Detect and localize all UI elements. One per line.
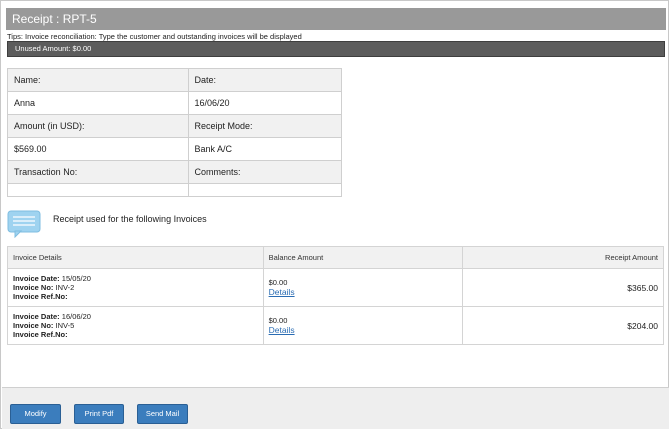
invoice-no-key: Invoice No: (13, 321, 54, 330)
invoice-no-value: INV-5 (55, 321, 75, 330)
invoice-date-value: 15/05/20 (61, 274, 91, 283)
tips-text: Tips: Invoice reconciliation: Type the c… (7, 32, 302, 41)
transaction-value (7, 183, 189, 197)
invoices-heading: Receipt used for the following Invoices (53, 214, 207, 224)
name-value: Anna (7, 91, 189, 115)
receipt-amount-cell: $204.00 (462, 306, 664, 345)
invoice-date-value: 16/06/20 (61, 312, 91, 321)
unused-amount-bar: Unused Amount: $0.00 (7, 41, 665, 57)
page-title: Receipt : RPT-5 (6, 8, 666, 30)
date-value: 16/06/20 (187, 91, 342, 115)
balance-amount-value: $0.00 (268, 316, 288, 325)
comments-value (187, 183, 342, 197)
invoice-details-cell: Invoice Date: 16/06/20 Invoice No: INV-5… (7, 306, 264, 345)
balance-amount-cell: $0.00 Details (262, 268, 464, 307)
comments-label: Comments: (187, 160, 342, 184)
transaction-label: Transaction No: (7, 160, 189, 184)
invoice-no-value: INV-2 (55, 283, 75, 292)
invoice-ref-key: Invoice Ref.No: (13, 330, 68, 339)
receipt-mode-value: Bank A/C (187, 137, 342, 161)
receipt-amount-cell: $365.00 (462, 268, 664, 307)
invoice-table-header: Invoice Details Balance Amount Receipt A… (7, 246, 664, 269)
table-row: Invoice Date: 16/06/20 Invoice No: INV-5… (7, 306, 664, 345)
invoice-date-key: Invoice Date: (13, 274, 60, 283)
amount-label: Amount (in USD): (7, 114, 189, 138)
action-bar: Modify Print Pdf Send Mail (2, 387, 669, 429)
invoice-no-key: Invoice No: (13, 283, 54, 292)
details-link[interactable]: Details (269, 325, 458, 335)
print-pdf-button[interactable]: Print Pdf (74, 404, 124, 424)
receipt-panel: Receipt : RPT-5 Tips: Invoice reconcilia… (0, 0, 669, 429)
invoice-date-key: Invoice Date: (13, 312, 60, 321)
name-label: Name: (7, 68, 189, 92)
balance-amount-cell: $0.00 Details (262, 306, 464, 345)
column-header-invoice-details: Invoice Details (7, 246, 264, 269)
speech-bubble-icon (7, 210, 41, 238)
column-header-receipt-amount: Receipt Amount (462, 246, 664, 269)
balance-amount-value: $0.00 (268, 278, 288, 287)
date-label: Date: (187, 68, 342, 92)
invoice-table: Invoice Details Balance Amount Receipt A… (7, 246, 664, 345)
send-mail-button[interactable]: Send Mail (137, 404, 188, 424)
modify-button[interactable]: Modify (10, 404, 61, 424)
receipt-mode-label: Receipt Mode: (187, 114, 342, 138)
invoice-details-cell: Invoice Date: 15/05/20 Invoice No: INV-2… (7, 268, 264, 307)
invoice-ref-key: Invoice Ref.No: (13, 292, 68, 301)
receipt-info-table: Name: Date: Anna 16/06/20 Amount (in USD… (7, 68, 342, 197)
details-link[interactable]: Details (269, 287, 458, 297)
table-row: Invoice Date: 15/05/20 Invoice No: INV-2… (7, 268, 664, 307)
column-header-balance-amount: Balance Amount (262, 246, 464, 269)
amount-value: $569.00 (7, 137, 189, 161)
